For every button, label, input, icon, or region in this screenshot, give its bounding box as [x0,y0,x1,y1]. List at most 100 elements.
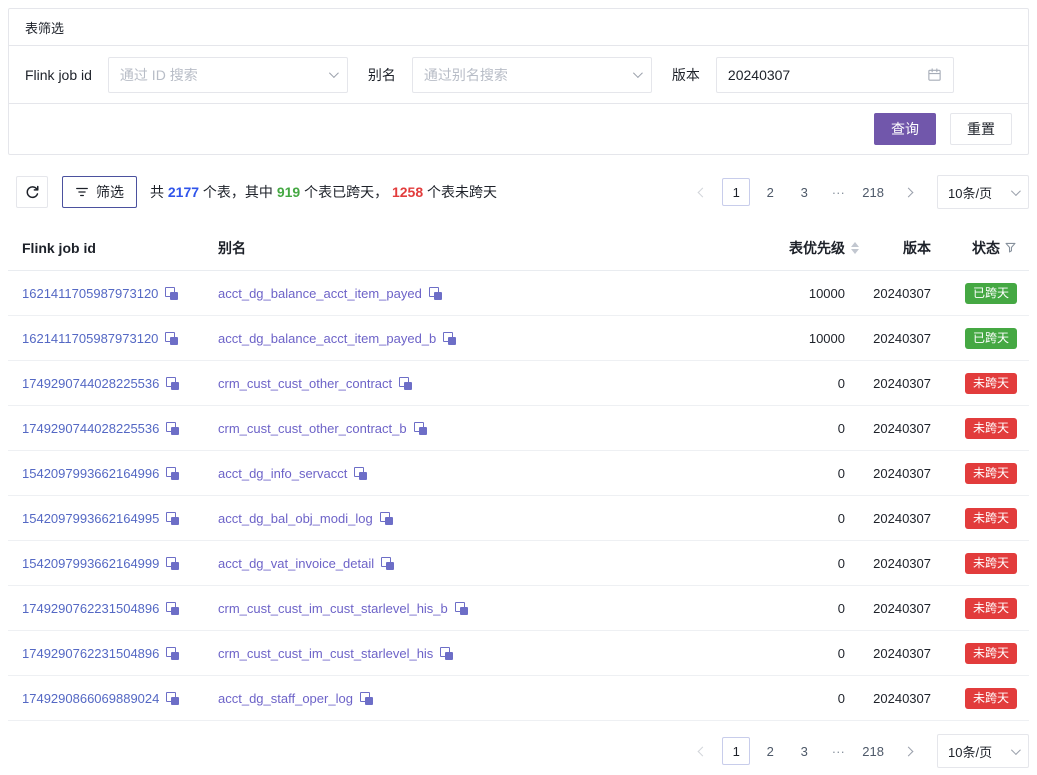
copy-icon[interactable] [166,557,179,570]
copy-icon[interactable] [166,512,179,525]
page-size-select[interactable]: 10条/页 [937,734,1029,768]
copy-icon[interactable] [165,287,178,300]
job-id-link[interactable]: 1621411705987973120 [22,331,158,346]
filter-lines-icon [75,185,89,199]
alias-link[interactable]: acct_dg_balance_acct_item_payed_b [218,331,436,346]
table-row: 1749290762231504896 crm_cust_cust_im_cus… [8,631,1029,676]
pagination-page-3[interactable]: 3 [790,737,818,765]
version-value: 20240307 [859,646,931,661]
copy-icon[interactable] [166,467,179,480]
flink-job-id-input[interactable] [120,67,321,83]
status-badge: 未跨天 [965,643,1017,664]
job-id-link[interactable]: 1749290762231504896 [22,601,159,616]
job-id-link[interactable]: 1749290762231504896 [22,646,159,661]
copy-icon[interactable] [380,512,393,525]
pagination-page-1[interactable]: 1 [722,178,750,206]
pagination-next-button[interactable] [894,178,922,206]
alias-input[interactable] [424,67,625,83]
pagination-next-button[interactable] [894,737,922,765]
copy-icon[interactable] [440,647,453,660]
status-badge: 未跨天 [965,463,1017,484]
pagination-page-3[interactable]: 3 [790,178,818,206]
table-toolbar: 筛选 共 2177 个表，其中 919 个表已跨天， 1258 个表未跨天 1 … [16,175,1029,209]
pagination-page-2[interactable]: 2 [756,178,784,206]
summary-text: 个表，其中 [199,184,277,200]
table-row: 1749290744028225536 crm_cust_cust_other_… [8,406,1029,451]
pagination-prev-button[interactable] [688,737,716,765]
copy-icon[interactable] [354,467,367,480]
filter-card: 表筛选 Flink job id 别名 版本 查询 重置 [8,8,1029,155]
job-id-link[interactable]: 1542097993662164999 [22,556,159,571]
copy-icon[interactable] [166,647,179,660]
pagination-ellipsis: ··· [824,178,852,206]
page-size-select[interactable]: 10条/页 [937,175,1029,209]
tables-table: Flink job id 别名 表优先级 版本 状态 1621411705987… [8,225,1029,721]
alias-link[interactable]: acct_dg_bal_obj_modi_log [218,511,373,526]
job-id-link[interactable]: 1749290866069889024 [22,691,159,706]
copy-icon[interactable] [381,557,394,570]
pagination-page-2[interactable]: 2 [756,737,784,765]
chevron-down-icon [1011,186,1021,196]
filter-toggle-label: 筛选 [96,182,124,202]
job-id-link[interactable]: 1542097993662164996 [22,466,159,481]
summary-text: 共 [150,184,168,200]
flink-job-id-select[interactable] [108,57,348,93]
version-value: 20240307 [859,376,931,391]
copy-icon[interactable] [166,602,179,615]
copy-icon[interactable] [399,377,412,390]
page-size-value: 10条/页 [948,183,992,202]
table-row: 1542097993662164995 acct_dg_bal_obj_modi… [8,496,1029,541]
alias-link[interactable]: crm_cust_cust_other_contract [218,376,392,391]
copy-icon[interactable] [429,287,442,300]
alias-link[interactable]: acct_dg_balance_acct_item_payed [218,286,422,301]
funnel-filter-icon[interactable] [1004,241,1017,254]
pagination-page-last[interactable]: 218 [858,737,888,765]
copy-icon[interactable] [360,692,373,705]
status-badge: 已跨天 [965,328,1017,349]
pagination-page-last[interactable]: 218 [858,178,888,206]
query-button[interactable]: 查询 [874,113,936,145]
copy-icon[interactable] [455,602,468,615]
alias-link[interactable]: acct_dg_staff_oper_log [218,691,353,706]
reset-button[interactable]: 重置 [950,113,1012,145]
summary-uncrossed-count: 1258 [392,184,423,200]
filter-card-title: 表筛选 [9,9,1028,46]
copy-icon[interactable] [166,692,179,705]
version-date-input[interactable] [728,67,919,83]
version-date-picker[interactable] [716,57,954,93]
alias-select[interactable] [412,57,652,93]
job-id-link[interactable]: 1749290744028225536 [22,421,159,436]
alias-link[interactable]: crm_cust_cust_other_contract_b [218,421,407,436]
copy-icon[interactable] [443,332,456,345]
status-badge: 未跨天 [965,553,1017,574]
sort-icon[interactable] [851,242,859,254]
filter-toggle-button[interactable]: 筛选 [62,176,137,208]
priority-value: 10000 [699,331,859,346]
table-row: 1749290762231504896 crm_cust_cust_im_cus… [8,586,1029,631]
calendar-icon[interactable] [927,67,942,82]
job-id-link[interactable]: 1749290744028225536 [22,376,159,391]
priority-value: 0 [699,691,859,706]
refresh-button[interactable] [16,176,48,208]
alias-link[interactable]: acct_dg_info_servacct [218,466,347,481]
table-row: 1542097993662164996 acct_dg_info_servacc… [8,451,1029,496]
copy-icon[interactable] [165,332,178,345]
copy-icon[interactable] [166,377,179,390]
job-id-link[interactable]: 1621411705987973120 [22,286,158,301]
pagination-prev-button[interactable] [688,178,716,206]
copy-icon[interactable] [166,422,179,435]
pagination-top: 1 2 3 ··· 218 10条/页 [685,175,1029,209]
priority-value: 0 [699,601,859,616]
pagination-page-1[interactable]: 1 [722,737,750,765]
status-badge: 已跨天 [965,283,1017,304]
version-value: 20240307 [859,466,931,481]
alias-link[interactable]: crm_cust_cust_im_cust_starlevel_his [218,646,433,661]
table-row: 1749290866069889024 acct_dg_staff_oper_l… [8,676,1029,721]
version-value: 20240307 [859,421,931,436]
alias-link[interactable]: acct_dg_vat_invoice_detail [218,556,374,571]
copy-icon[interactable] [414,422,427,435]
job-id-link[interactable]: 1542097993662164995 [22,511,159,526]
version-value: 20240307 [859,556,931,571]
summary-total-count: 2177 [168,184,199,200]
alias-link[interactable]: crm_cust_cust_im_cust_starlevel_his_b [218,601,448,616]
